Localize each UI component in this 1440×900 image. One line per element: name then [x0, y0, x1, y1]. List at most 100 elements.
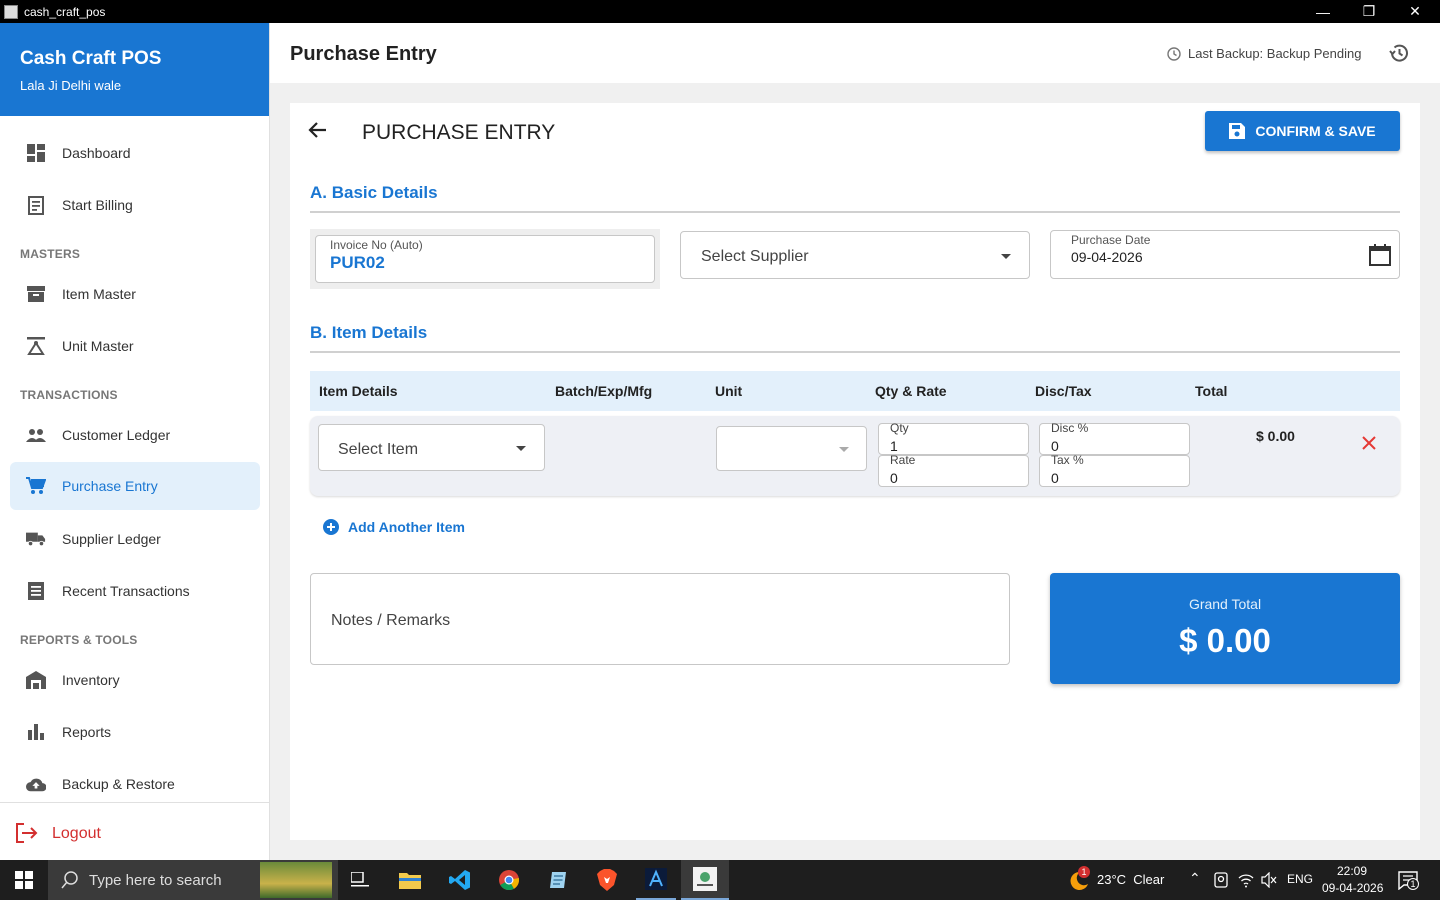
notification-count: 1 — [1407, 878, 1419, 890]
column-header: Disc/Tax — [1035, 383, 1092, 399]
section-label-masters: MASTERS — [20, 247, 81, 261]
start-button[interactable] — [0, 860, 48, 900]
chevron-down-icon — [839, 447, 849, 452]
taskbar-brave[interactable] — [587, 860, 627, 900]
notepad-icon — [550, 872, 566, 888]
language-indicator[interactable]: ENG — [1287, 872, 1313, 886]
column-header: Item Details — [319, 383, 398, 399]
wifi-icon[interactable] — [1238, 872, 1254, 891]
weather-text: 23°C Clear — [1097, 872, 1165, 887]
sidebar-item-dashboard[interactable]: Dashboard — [10, 129, 260, 177]
back-button[interactable] — [308, 120, 330, 142]
sidebar-item-label: Item Master — [62, 286, 136, 302]
grand-total-value: $ 0.00 — [1179, 622, 1271, 659]
windows-taskbar: Type here to search 1 23°C Clear ⌃ ENG 2… — [0, 860, 1440, 900]
maximize-button[interactable]: ❐ — [1346, 0, 1392, 23]
taskbar-notepad[interactable] — [538, 860, 578, 900]
people-icon — [26, 425, 46, 445]
sidebar-item-recent-transactions[interactable]: Recent Transactions — [10, 567, 260, 615]
remove-item-button[interactable] — [1362, 436, 1378, 452]
calendar-icon[interactable] — [1369, 244, 1391, 271]
close-button[interactable]: ✕ — [1392, 0, 1438, 23]
taskbar-vscode[interactable] — [440, 860, 480, 900]
purchase-entry-card: PURCHASE ENTRY CONFIRM & SAVE A. Basic D… — [290, 103, 1420, 840]
window-title: cash_craft_pos — [24, 4, 106, 19]
qty-value: 1 — [890, 438, 898, 454]
disc-input[interactable]: Disc % 0 — [1039, 421, 1190, 455]
logout-button[interactable]: Logout — [16, 823, 101, 845]
task-view-button[interactable] — [340, 860, 380, 900]
restore-icon: ❐ — [1362, 3, 1376, 19]
qty-input[interactable]: Qty 1 — [878, 421, 1029, 455]
close-icon: ✕ — [1409, 3, 1421, 19]
rate-input[interactable]: Rate 0 — [878, 453, 1029, 487]
sidebar-item-label: Backup & Restore — [62, 776, 175, 792]
column-header: Unit — [715, 383, 743, 399]
volume-muted-icon[interactable] — [1261, 871, 1277, 891]
receipt-icon — [26, 195, 46, 215]
top-header: Purchase Entry Last Backup: Backup Pendi… — [270, 23, 1440, 83]
invoice-no-field[interactable]: Invoice No (Auto) PUR02 — [315, 235, 655, 283]
page-title: Purchase Entry — [290, 43, 437, 65]
sidebar-item-label: Unit Master — [62, 338, 134, 354]
chevron-up-icon[interactable]: ⌃ — [1189, 870, 1201, 887]
app-icon — [4, 4, 18, 19]
add-item-button[interactable]: Add Another Item — [323, 519, 465, 535]
sidebar-item-inventory[interactable]: Inventory — [10, 656, 260, 704]
taskbar-cash-craft-pos[interactable] — [681, 860, 729, 900]
sidebar-item-label: Customer Ledger — [62, 427, 171, 443]
tax-value: 0 — [1051, 470, 1059, 486]
history-icon — [1389, 44, 1408, 62]
app-name: Cash Craft POS — [20, 48, 162, 69]
sidebar-item-customer-ledger[interactable]: Customer Ledger — [10, 411, 260, 459]
clock-time[interactable]: 22:09 — [1337, 864, 1367, 878]
sidebar-item-reports[interactable]: Reports — [10, 708, 260, 756]
tax-input[interactable]: Tax % 0 — [1039, 453, 1190, 487]
logout-icon — [16, 823, 38, 845]
backup-status-text: Last Backup: Backup Pending — [1188, 46, 1362, 61]
notes-input[interactable]: Notes / Remarks — [310, 573, 1010, 665]
add-circle-icon — [323, 519, 339, 535]
taskbar-file-explorer[interactable] — [390, 860, 430, 900]
unit-select[interactable] — [716, 426, 867, 471]
column-header: Total — [1195, 383, 1228, 399]
sidebar-item-supplier-ledger[interactable]: Supplier Ledger — [10, 515, 260, 563]
tax-label: Tax % — [1051, 453, 1084, 467]
invoice-no-value: PUR02 — [330, 253, 385, 272]
sidebar-item-start-billing[interactable]: Start Billing — [10, 181, 260, 229]
clock-date[interactable]: 09-04-2026 — [1322, 881, 1383, 895]
section-label-reports-tools: REPORTS & TOOLS — [20, 633, 138, 647]
backup-status: Last Backup: Backup Pending — [1167, 46, 1361, 61]
app-a-icon — [645, 868, 667, 890]
section-label-transactions: TRANSACTIONS — [20, 388, 118, 402]
add-item-label: Add Another Item — [348, 519, 465, 535]
item-select[interactable]: Select Item — [318, 424, 545, 471]
purchase-date-field[interactable]: Purchase Date 09-04-2026 — [1050, 230, 1400, 279]
disc-value: 0 — [1051, 438, 1059, 454]
items-table-header: Item Details Batch/Exp/Mfg Unit Qty & Ra… — [310, 371, 1400, 411]
section-heading-basic: A. Basic Details — [310, 183, 438, 202]
sidebar-item-purchase-entry[interactable]: Purchase Entry — [10, 462, 260, 510]
supplier-select[interactable]: Select Supplier — [680, 231, 1030, 279]
taskbar-search[interactable]: Type here to search — [48, 860, 338, 900]
table-row: Select Item Qty 1 Rate 0 Disc % 0 Tax % … — [310, 416, 1400, 496]
sidebar-item-unit-master[interactable]: Unit Master — [10, 322, 260, 370]
arrow-back-icon — [308, 122, 326, 138]
weather-widget[interactable]: 1 — [1064, 860, 1092, 900]
minimize-button[interactable]: — — [1300, 0, 1346, 23]
brand-header: Cash Craft POS Lala Ji Delhi wale — [0, 23, 269, 116]
warehouse-icon — [26, 670, 46, 690]
sidebar-item-item-master[interactable]: Item Master — [10, 270, 260, 318]
taskbar-app-a[interactable] — [636, 860, 676, 900]
sidebar-item-label: Inventory — [62, 672, 120, 688]
logout-label: Logout — [52, 825, 101, 842]
notification-center-button[interactable]: 1 — [1398, 870, 1419, 893]
sidebar-item-backup-restore[interactable]: Backup & Restore — [10, 760, 260, 808]
sidebar: Cash Craft POS Lala Ji Delhi wale Dashbo… — [0, 23, 270, 860]
history-button[interactable] — [1388, 42, 1410, 64]
sidebar-item-label: Purchase Entry — [62, 478, 158, 494]
taskbar-chrome[interactable] — [489, 860, 529, 900]
confirm-save-button[interactable]: CONFIRM & SAVE — [1205, 111, 1400, 151]
sidebar-item-label: Start Billing — [62, 197, 133, 213]
meet-now-icon[interactable] — [1214, 872, 1228, 891]
